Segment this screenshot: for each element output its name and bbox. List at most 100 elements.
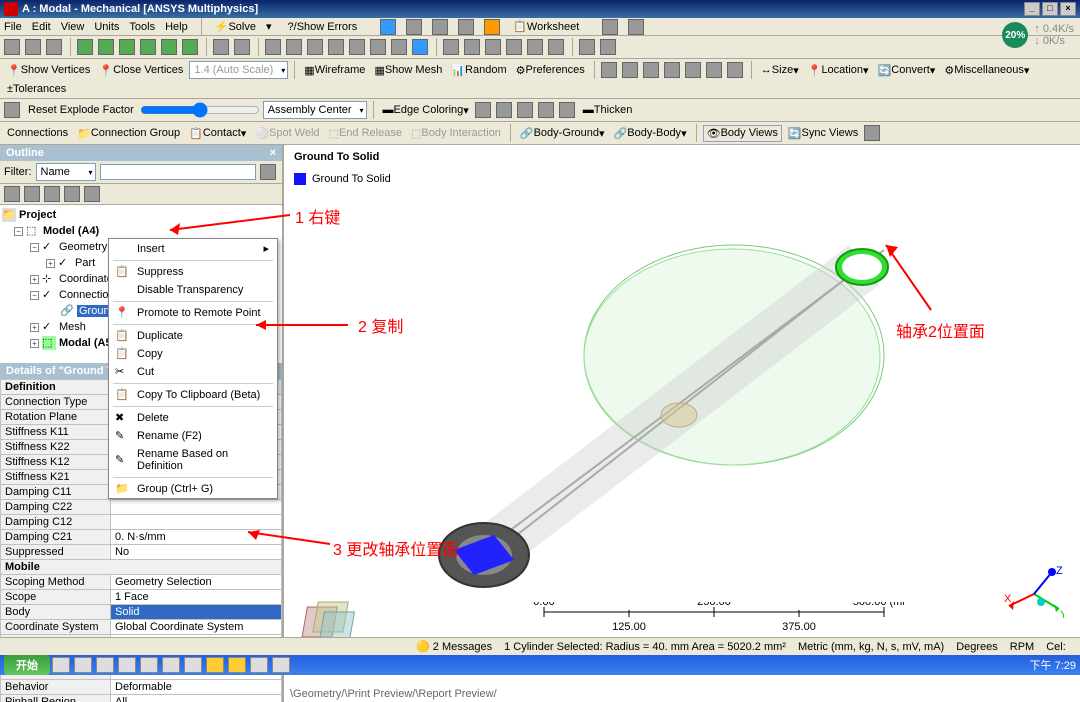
ctx-copy-clipboard[interactable]: 📋Copy To Clipboard (Beta) [109, 386, 277, 404]
expand-icon[interactable] [4, 186, 20, 202]
taskbar-icon[interactable] [96, 657, 114, 673]
tool-icon[interactable] [475, 102, 491, 118]
tool-icon[interactable] [77, 39, 93, 55]
tool-icon[interactable] [443, 39, 459, 55]
rotate-icon[interactable] [286, 39, 302, 55]
tool-icon[interactable] [234, 39, 250, 55]
tool-icon[interactable] [538, 102, 554, 118]
tool-icon[interactable] [527, 39, 543, 55]
tool-icon[interactable] [4, 102, 20, 118]
body-body-button[interactable]: 🔗Body-Body ▾ [611, 126, 690, 141]
taskbar-icon[interactable] [140, 657, 158, 673]
taskbar-icon[interactable] [74, 657, 92, 673]
ctx-disable-transparency[interactable]: Disable Transparency [109, 281, 277, 299]
tool-icon[interactable] [182, 39, 198, 55]
taskbar-icon[interactable] [206, 657, 224, 673]
tool-icon[interactable] [601, 62, 617, 78]
tool-icon[interactable] [496, 102, 512, 118]
tolerances-button[interactable]: ±Tolerances [4, 82, 69, 96]
triad-icon[interactable]: Y X Z [1004, 564, 1064, 624]
worksheet-button[interactable]: 📋Worksheet [510, 19, 592, 34]
menu-tools[interactable]: Tools [129, 21, 155, 33]
tool-icon[interactable] [559, 102, 575, 118]
tool-icon[interactable] [25, 39, 41, 55]
tool-icon[interactable] [4, 39, 20, 55]
convert-button[interactable]: 🔄Convert ▾ [875, 63, 939, 78]
maximize-button[interactable]: □ [1042, 2, 1058, 16]
tool-icon[interactable] [380, 19, 396, 35]
tool-icon[interactable] [643, 62, 659, 78]
misc-button[interactable]: ⚙Miscellaneous ▾ [941, 63, 1032, 78]
start-button[interactable]: 开始 [4, 655, 50, 675]
tool-icon[interactable] [706, 62, 722, 78]
tool-icon[interactable] [432, 19, 448, 35]
assembly-dropdown[interactable]: Assembly Center [263, 101, 367, 119]
menu-file[interactable]: File [4, 21, 22, 33]
tool-icon[interactable] [464, 39, 480, 55]
tool-icon[interactable] [44, 186, 60, 202]
taskbar-icon[interactable] [184, 657, 202, 673]
size-button[interactable]: ↔Size ▾ [758, 63, 802, 78]
menu-edit[interactable]: Edit [32, 21, 51, 33]
close-panel-icon[interactable]: × [270, 147, 276, 159]
view-icon[interactable] [412, 39, 428, 55]
solve-button[interactable]: ⚡Solve ▾ [212, 19, 275, 34]
tool-icon[interactable] [140, 39, 156, 55]
edge-coloring-button[interactable]: ▬Edge Coloring ▾ [380, 103, 472, 118]
ctx-rename-definition[interactable]: ✎Rename Based on Definition [109, 445, 277, 475]
tool-icon[interactable] [98, 39, 114, 55]
thicken-button[interactable]: ▬Thicken [580, 103, 636, 117]
tool-icon[interactable] [685, 62, 701, 78]
body-views-button[interactable]: 👁Body Views [703, 125, 782, 142]
tool-icon[interactable] [458, 19, 474, 35]
reset-explode-button[interactable]: Reset Explode Factor [25, 103, 137, 117]
wireframe-button[interactable]: ▦Wireframe [301, 63, 368, 78]
tree-project[interactable]: 📁Project [2, 207, 280, 223]
tool-icon[interactable] [161, 39, 177, 55]
show-errors-button[interactable]: ?/Show Errors [285, 20, 371, 34]
menu-units[interactable]: Units [94, 21, 119, 33]
status-messages[interactable]: 2 Messages [433, 641, 492, 653]
ctx-delete[interactable]: ✖Delete [109, 409, 277, 427]
filter-input[interactable] [100, 164, 257, 180]
tool-icon[interactable] [622, 62, 638, 78]
taskbar-icon[interactable] [272, 657, 290, 673]
tool-icon[interactable] [213, 39, 229, 55]
close-button[interactable]: × [1060, 2, 1076, 16]
zoom-icon[interactable] [349, 39, 365, 55]
zoom-icon[interactable] [370, 39, 386, 55]
ctx-rename[interactable]: ✎Rename (F2) [109, 427, 277, 445]
explode-slider[interactable] [140, 102, 260, 118]
scale-dropdown[interactable]: 1.4 (Auto Scale) [189, 61, 288, 79]
taskbar-icon[interactable] [118, 657, 136, 673]
filter-icon[interactable] [260, 164, 276, 180]
taskbar-icon[interactable] [52, 657, 70, 673]
ctx-cut[interactable]: ✂Cut [109, 363, 277, 381]
viewport-tabs[interactable]: \Geometry/\Print Preview/\Report Preview… [284, 686, 503, 702]
tool-icon[interactable] [46, 39, 62, 55]
zoom-icon[interactable] [328, 39, 344, 55]
minimize-button[interactable]: _ [1024, 2, 1040, 16]
tool-icon[interactable] [628, 19, 644, 35]
taskbar-icon[interactable] [162, 657, 180, 673]
ctx-copy[interactable]: 📋Copy [109, 345, 277, 363]
menu-view[interactable]: View [61, 21, 85, 33]
tool-icon[interactable] [864, 125, 880, 141]
connections-button[interactable]: Connections [4, 126, 71, 140]
tool-icon[interactable] [600, 39, 616, 55]
tool-icon[interactable] [406, 19, 422, 35]
show-mesh-button[interactable]: ▦Show Mesh [371, 63, 445, 78]
fit-icon[interactable] [391, 39, 407, 55]
show-vertices-button[interactable]: 📍Show Vertices [4, 63, 93, 78]
location-button[interactable]: 📍Location ▾ [805, 63, 872, 78]
tool-icon[interactable] [517, 102, 533, 118]
tool-icon[interactable] [548, 39, 564, 55]
contact-button[interactable]: 📋Contact ▾ [186, 126, 249, 141]
ctx-duplicate[interactable]: 📋Duplicate [109, 327, 277, 345]
pan-icon[interactable] [307, 39, 323, 55]
filter-dropdown[interactable]: Name [36, 163, 96, 181]
connection-group-button[interactable]: 📁Connection Group [74, 126, 183, 141]
tool-icon[interactable] [506, 39, 522, 55]
ctx-insert[interactable]: Insert▸ [109, 239, 277, 258]
close-vertices-button[interactable]: 📍Close Vertices [96, 63, 186, 78]
